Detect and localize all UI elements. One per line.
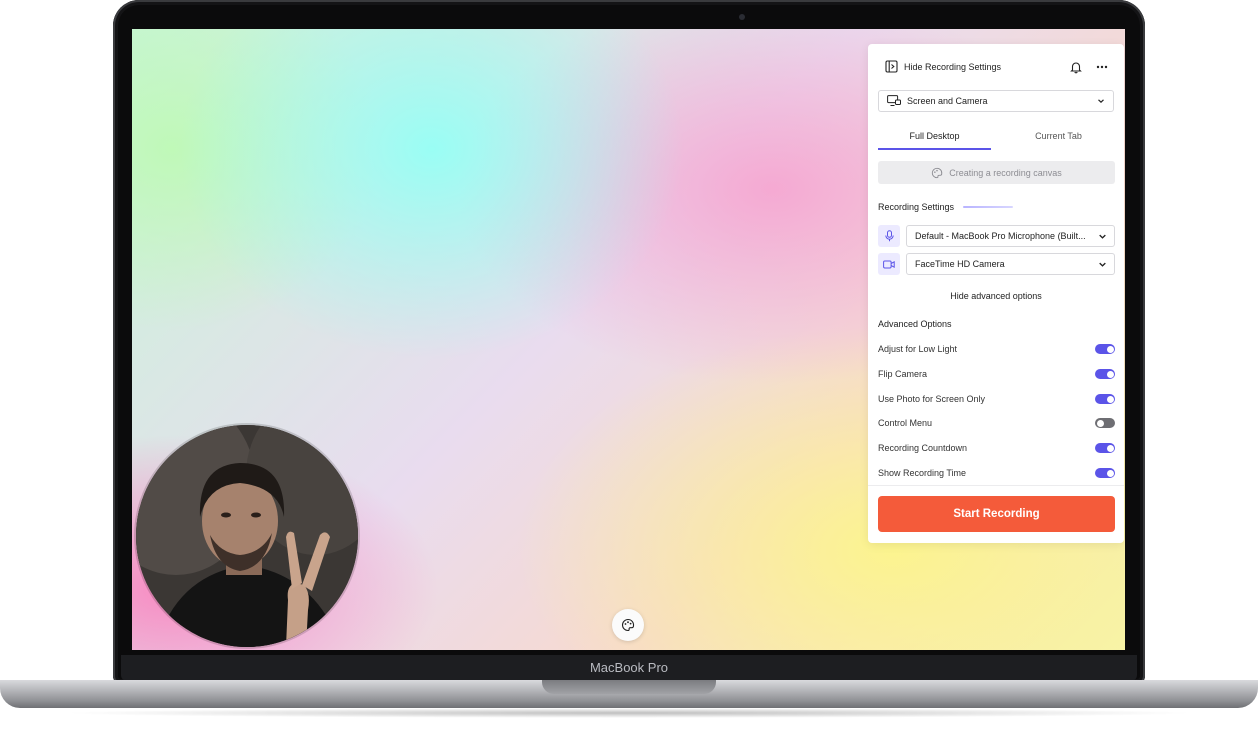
toggle-switch[interactable] — [1095, 369, 1115, 379]
option-row: Adjust for Low Light — [878, 343, 1115, 357]
recording-canvas-label: Creating a recording canvas — [949, 167, 1062, 178]
toggle-switch[interactable] — [1095, 468, 1115, 478]
video-camera-icon — [883, 260, 895, 268]
option-label: Flip Camera — [878, 369, 928, 379]
palette-icon — [932, 167, 943, 178]
option-row: Use Photo for Screen Only — [878, 393, 1115, 407]
webcam-dot — [739, 14, 745, 20]
laptop-base — [0, 680, 1258, 708]
tab-current-tab[interactable]: Current Tab — [1002, 128, 1115, 150]
tab-full-desktop[interactable]: Full Desktop — [878, 128, 991, 150]
option-label: Use Photo for Screen Only — [878, 394, 986, 404]
notifications-button[interactable] — [1069, 60, 1083, 76]
hide-settings-button[interactable]: Hide Recording Settings — [885, 60, 1001, 73]
option-label: Control Menu — [878, 418, 933, 428]
recording-settings-title: Recording Settings — [878, 202, 955, 212]
chevron-down-icon — [1099, 262, 1106, 267]
more-options-button[interactable] — [1095, 60, 1109, 76]
capture-mode-value: Screen and Camera — [907, 96, 988, 106]
webcam-preview[interactable] — [136, 425, 358, 647]
chevron-down-icon — [1099, 234, 1106, 239]
camera-value: FaceTime HD Camera — [915, 259, 1005, 269]
camera-select[interactable]: FaceTime HD Camera — [906, 253, 1115, 275]
option-label: Recording Countdown — [878, 443, 968, 453]
panel-divider — [868, 485, 1124, 486]
microphone-value: Default - MacBook Pro Microphone (Built.… — [915, 231, 1086, 241]
microphone-select[interactable]: Default - MacBook Pro Microphone (Built.… — [906, 225, 1115, 247]
toggle-switch[interactable] — [1095, 418, 1115, 428]
microphone-icon — [884, 230, 894, 242]
start-recording-button[interactable]: Start Recording — [878, 496, 1115, 532]
screen-camera-icon — [887, 95, 901, 106]
option-row: Recording Countdown — [878, 442, 1115, 456]
panel-toggle-icon — [885, 60, 898, 73]
capture-mode-select[interactable]: Screen and Camera — [878, 90, 1114, 112]
hide-settings-label: Hide Recording Settings — [904, 61, 1002, 72]
option-label: Show Recording Time — [878, 468, 967, 478]
palette-icon — [622, 618, 635, 632]
recording-settings-panel: Hide Recording Settings Screen and Camer… — [868, 44, 1124, 543]
base-shadow — [60, 708, 1198, 718]
toggle-switch[interactable] — [1095, 344, 1115, 354]
toggle-switch[interactable] — [1095, 443, 1115, 453]
recording-canvas-button[interactable]: Creating a recording canvas — [878, 161, 1115, 184]
webcam-image — [136, 425, 358, 647]
option-row: Show Recording Time — [878, 467, 1115, 481]
microphone-row: Default - MacBook Pro Microphone (Built.… — [878, 225, 1115, 247]
lid-notch — [542, 680, 716, 694]
option-row: Flip Camera — [878, 368, 1115, 382]
camera-row: FaceTime HD Camera — [878, 253, 1115, 275]
advanced-options-title: Advanced Options — [878, 319, 952, 329]
chevron-down-icon — [1098, 99, 1104, 104]
bell-icon — [1070, 62, 1082, 74]
option-label: Adjust for Low Light — [878, 344, 958, 354]
hide-advanced-options-link[interactable]: Hide advanced options — [868, 291, 1124, 301]
canvas-palette-button[interactable] — [612, 609, 644, 641]
more-horizontal-icon — [1096, 65, 1108, 69]
brand-label: MacBook Pro — [589, 660, 669, 675]
toggle-switch[interactable] — [1095, 394, 1115, 404]
option-row: Control Menu — [878, 417, 1115, 431]
camera-icon-box — [878, 253, 900, 275]
capture-tabs: Full Desktop Current Tab — [878, 128, 1114, 150]
recording-settings-underline — [963, 206, 1013, 208]
screen-chin: MacBook Pro — [121, 655, 1137, 681]
desktop-screen: Hide Recording Settings Screen and Camer… — [132, 29, 1125, 650]
microphone-icon-box — [878, 225, 900, 247]
